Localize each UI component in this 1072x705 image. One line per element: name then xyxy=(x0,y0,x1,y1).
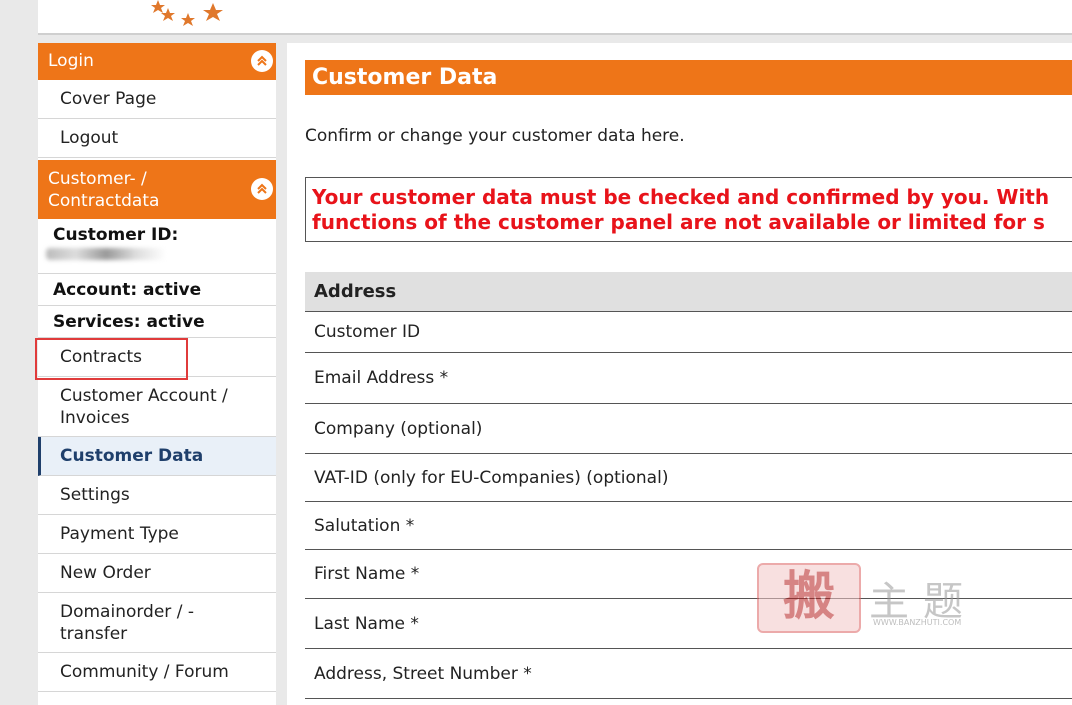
table-row: Company (optional) xyxy=(305,404,1072,454)
sidebar-item-label: Contracts xyxy=(60,347,142,367)
sidebar-item-label: Settings xyxy=(60,485,130,505)
sidebar-item-label: Cover Page xyxy=(60,89,157,109)
table-row: First Name * xyxy=(305,550,1072,599)
table-row: Customer ID xyxy=(305,312,1072,353)
table-row: Salutation * xyxy=(305,502,1072,550)
sidebar-item-label: Logout xyxy=(60,128,119,148)
intro-text: Confirm or change your customer data her… xyxy=(305,126,685,146)
account-status-text: Account: active xyxy=(53,279,202,300)
sidebar-item-label: Community / Forum xyxy=(60,662,229,682)
field-label: Address, Street Number * xyxy=(314,663,532,684)
sidebar-item-payment-type[interactable]: Payment Type xyxy=(38,515,276,554)
sidebar-item-new-order[interactable]: New Order xyxy=(38,554,276,593)
services-status: Services: active xyxy=(38,306,276,338)
collapse-up-icon[interactable] xyxy=(251,50,273,72)
address-table: Address Customer ID Email Address * Comp… xyxy=(305,272,1072,699)
sidebar-item-label: Invoices xyxy=(60,407,130,428)
table-header: Address xyxy=(305,272,1072,312)
field-label: Email Address * xyxy=(314,368,449,388)
sidebar-section-customer-label-2: Contractdata xyxy=(48,191,160,211)
sidebar-item-label: Customer Account / xyxy=(60,385,228,406)
customer-id-info: Customer ID: xyxy=(38,219,276,274)
top-header xyxy=(38,0,1072,35)
field-label: Customer ID xyxy=(314,322,421,342)
sidebar-item-label: Domainorder / - xyxy=(60,601,194,622)
sidebar-item-logout[interactable]: Logout xyxy=(38,119,276,158)
field-label: Salutation * xyxy=(314,515,415,536)
redacted-customer-id xyxy=(46,248,166,260)
sidebar-item-label: New Order xyxy=(60,563,151,583)
services-status-text: Services: active xyxy=(53,311,205,332)
sidebar-item-customer-account[interactable]: Customer Account / Invoices xyxy=(38,377,276,437)
sidebar-item-cover-page[interactable]: Cover Page xyxy=(38,80,276,119)
customer-id-label: Customer ID: xyxy=(53,225,179,245)
sidebar-item-community-forum[interactable]: Community / Forum xyxy=(38,653,276,692)
sidebar-item-domainorder[interactable]: Domainorder / - transfer xyxy=(38,593,276,653)
sidebar-section-customer[interactable]: Customer- / Contractdata xyxy=(38,160,276,219)
table-row: Address, Street Number * xyxy=(305,649,1072,699)
sidebar-section-login-label: Login xyxy=(48,51,94,71)
sidebar-section-customer-label-1: Customer- / xyxy=(48,169,147,189)
table-row: Email Address * xyxy=(305,353,1072,404)
main-content: Customer Data Confirm or change your cus… xyxy=(287,43,1072,705)
sidebar-item-settings[interactable]: Settings xyxy=(38,476,276,515)
sidebar-item-label: Payment Type xyxy=(60,524,179,544)
field-label: First Name * xyxy=(314,564,420,584)
page-title: Customer Data xyxy=(305,60,1072,95)
field-label: VAT-ID (only for EU-Companies) (optional… xyxy=(314,467,669,488)
field-label: Last Name * xyxy=(314,613,419,634)
sidebar-item-customer-data[interactable]: Customer Data xyxy=(38,437,276,476)
sidebar-section-login[interactable]: Login xyxy=(38,43,276,80)
collapse-up-icon[interactable] xyxy=(251,178,273,200)
logo-stars-icon xyxy=(151,0,223,26)
field-label: Company (optional) xyxy=(314,418,483,439)
alert-message: Your customer data must be checked and c… xyxy=(305,177,1072,242)
alert-line-2: functions of the customer panel are not … xyxy=(312,210,1045,234)
sidebar-item-label: transfer xyxy=(60,623,128,644)
table-row: VAT-ID (only for EU-Companies) (optional… xyxy=(305,454,1072,502)
sidebar: Login Cover Page Logout Customer- / Cont… xyxy=(35,43,276,705)
account-status: Account: active xyxy=(38,274,276,306)
alert-line-1: Your customer data must be checked and c… xyxy=(312,185,1050,209)
table-row: Last Name * xyxy=(305,599,1072,649)
sidebar-item-label: Customer Data xyxy=(60,446,204,466)
sidebar-item-contracts[interactable]: Contracts xyxy=(35,338,276,380)
